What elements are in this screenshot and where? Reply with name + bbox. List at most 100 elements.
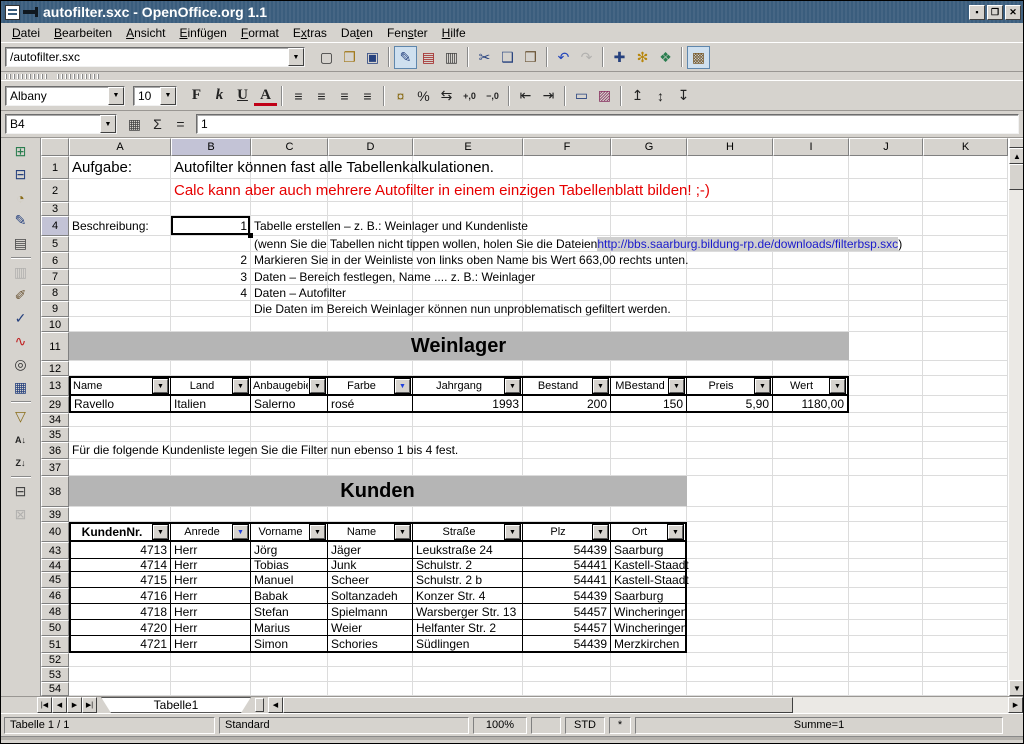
window-resize-edge[interactable] bbox=[1, 736, 1023, 740]
cell-B53[interactable] bbox=[171, 667, 251, 682]
cell-D39[interactable] bbox=[328, 507, 413, 522]
cell-C12[interactable] bbox=[251, 361, 328, 376]
export-pdf-icon[interactable]: ▤ bbox=[417, 46, 440, 69]
cell-H51[interactable] bbox=[687, 636, 773, 653]
cell-C44[interactable]: Tobias bbox=[251, 559, 328, 572]
cell-A11[interactable]: Weinlager bbox=[69, 332, 849, 361]
horizontal-scroll-thumb[interactable] bbox=[283, 697, 793, 713]
cell-A36[interactable]: Für die folgende Kundenliste legen Sie d… bbox=[69, 442, 1008, 459]
cell-A44[interactable]: 4714 bbox=[69, 559, 171, 572]
cell-C8[interactable]: Daten – Autofilter bbox=[251, 285, 1008, 301]
cell-F43[interactable]: 54439 bbox=[523, 542, 611, 559]
cell-D46[interactable]: Soltanzadeh bbox=[328, 588, 413, 604]
cell-K53[interactable] bbox=[923, 667, 1008, 682]
spellcheck-icon[interactable]: ✓ bbox=[8, 307, 34, 330]
sort-descending-icon[interactable]: Z↓ bbox=[8, 451, 34, 474]
column-header-C[interactable]: C bbox=[251, 138, 328, 156]
cell-B7[interactable]: 3 bbox=[171, 269, 251, 285]
font-color-button[interactable]: A bbox=[254, 87, 277, 106]
cell-F48[interactable]: 54457 bbox=[523, 604, 611, 620]
row-header-39[interactable]: 39 bbox=[41, 507, 69, 522]
menu-datei[interactable]: Datei bbox=[5, 24, 47, 42]
cell-C48[interactable]: Stefan bbox=[251, 604, 328, 620]
cell-E39[interactable] bbox=[413, 507, 523, 522]
cell-K52[interactable] bbox=[923, 653, 1008, 667]
row-header-48[interactable]: 48 bbox=[41, 604, 69, 620]
column-header-K[interactable]: K bbox=[923, 138, 1008, 156]
cell-E29[interactable]: 1993 bbox=[413, 396, 523, 413]
autofilter-icon[interactable]: ▽ bbox=[8, 405, 34, 428]
cell-F40[interactable]: Plz▼ bbox=[523, 522, 611, 542]
row-header-5[interactable]: 5 bbox=[41, 236, 69, 252]
cell-A53[interactable] bbox=[69, 667, 171, 682]
row-header-51[interactable]: 51 bbox=[41, 636, 69, 653]
cell-C4[interactable]: Tabelle erstellen – z. B.: Weinlager und… bbox=[251, 216, 1008, 236]
cell-H50[interactable] bbox=[687, 620, 773, 636]
url-combobox[interactable]: /autofilter.sxc ▼ bbox=[5, 47, 305, 67]
menu-ansicht[interactable]: Ansicht bbox=[119, 24, 172, 42]
sheet-tab-tabelle1[interactable]: Tabelle1 bbox=[101, 697, 251, 713]
cell-B4[interactable]: 1 bbox=[171, 216, 251, 236]
percent-button[interactable]: % bbox=[412, 84, 435, 107]
edit-file-icon[interactable]: ✎ bbox=[394, 46, 417, 69]
find-replace-icon[interactable]: ◎ bbox=[8, 353, 34, 376]
cell-G40[interactable]: Ort▼ bbox=[611, 522, 687, 542]
row-header-12[interactable]: 12 bbox=[41, 361, 69, 376]
cell-D52[interactable] bbox=[328, 653, 413, 667]
cell-F10[interactable] bbox=[523, 317, 611, 332]
cell-G10[interactable] bbox=[611, 317, 687, 332]
column-header-D[interactable]: D bbox=[328, 138, 413, 156]
cell-E54[interactable] bbox=[413, 682, 523, 696]
cell-H43[interactable] bbox=[687, 542, 773, 559]
cell-K50[interactable] bbox=[923, 620, 1008, 636]
row-header-43[interactable]: 43 bbox=[41, 542, 69, 559]
window-pin-icon[interactable] bbox=[23, 10, 35, 14]
autospellcheck-icon[interactable]: ∿ bbox=[8, 330, 34, 353]
cell-E52[interactable] bbox=[413, 653, 523, 667]
row-header-2[interactable]: 2 bbox=[41, 179, 69, 202]
cell-B46[interactable]: Herr bbox=[171, 588, 251, 604]
cell-E40[interactable]: Straße▼ bbox=[413, 522, 523, 542]
url-dropdown-icon[interactable]: ▼ bbox=[288, 48, 304, 66]
cell-G54[interactable] bbox=[611, 682, 687, 696]
cell-D53[interactable] bbox=[328, 667, 413, 682]
menu-einfgen[interactable]: Einfügen bbox=[172, 24, 233, 42]
decrease-indent-button[interactable]: ⇤ bbox=[514, 84, 537, 107]
cell-I38[interactable] bbox=[773, 476, 849, 507]
autofilter-dropdown-icon-jahrgang[interactable]: ▼ bbox=[505, 379, 520, 393]
cell-I10[interactable] bbox=[773, 317, 849, 332]
row-header-35[interactable]: 35 bbox=[41, 427, 69, 442]
cell-J45[interactable] bbox=[849, 572, 923, 588]
cell-B40[interactable]: Anrede▼ bbox=[171, 522, 251, 542]
cell-J52[interactable] bbox=[849, 653, 923, 667]
vertical-scroll-thumb[interactable] bbox=[1009, 164, 1024, 190]
cell-F45[interactable]: 54441 bbox=[523, 572, 611, 588]
cell-D44[interactable]: Junk bbox=[328, 559, 413, 572]
cell-H44[interactable] bbox=[687, 559, 773, 572]
row-header-7[interactable]: 7 bbox=[41, 269, 69, 285]
cell-B37[interactable] bbox=[171, 459, 251, 476]
row-header-6[interactable]: 6 bbox=[41, 252, 69, 269]
cell-K48[interactable] bbox=[923, 604, 1008, 620]
cell-G12[interactable] bbox=[611, 361, 687, 376]
cell-I46[interactable] bbox=[773, 588, 849, 604]
autofilter-dropdown-icon-anrede[interactable]: ▼ bbox=[233, 525, 248, 539]
cell-J29[interactable] bbox=[849, 396, 923, 413]
copy-icon[interactable]: ❑ bbox=[496, 46, 519, 69]
cell-A37[interactable] bbox=[69, 459, 171, 476]
cell-I43[interactable] bbox=[773, 542, 849, 559]
column-header-J[interactable]: J bbox=[849, 138, 923, 156]
cell-A9[interactable] bbox=[69, 301, 171, 317]
cell-I44[interactable] bbox=[773, 559, 849, 572]
cell-C46[interactable]: Babak bbox=[251, 588, 328, 604]
vertical-scroll-track[interactable] bbox=[1009, 164, 1024, 680]
cell-B48[interactable]: Herr bbox=[171, 604, 251, 620]
cell-K13[interactable] bbox=[923, 376, 1008, 396]
cell-H46[interactable] bbox=[687, 588, 773, 604]
cell-E10[interactable] bbox=[413, 317, 523, 332]
cell-I29[interactable]: 1180,00 bbox=[773, 396, 849, 413]
cell-J11[interactable] bbox=[849, 332, 923, 361]
cell-C51[interactable]: Simon bbox=[251, 636, 328, 653]
cell-K10[interactable] bbox=[923, 317, 1008, 332]
cell-H53[interactable] bbox=[687, 667, 773, 682]
